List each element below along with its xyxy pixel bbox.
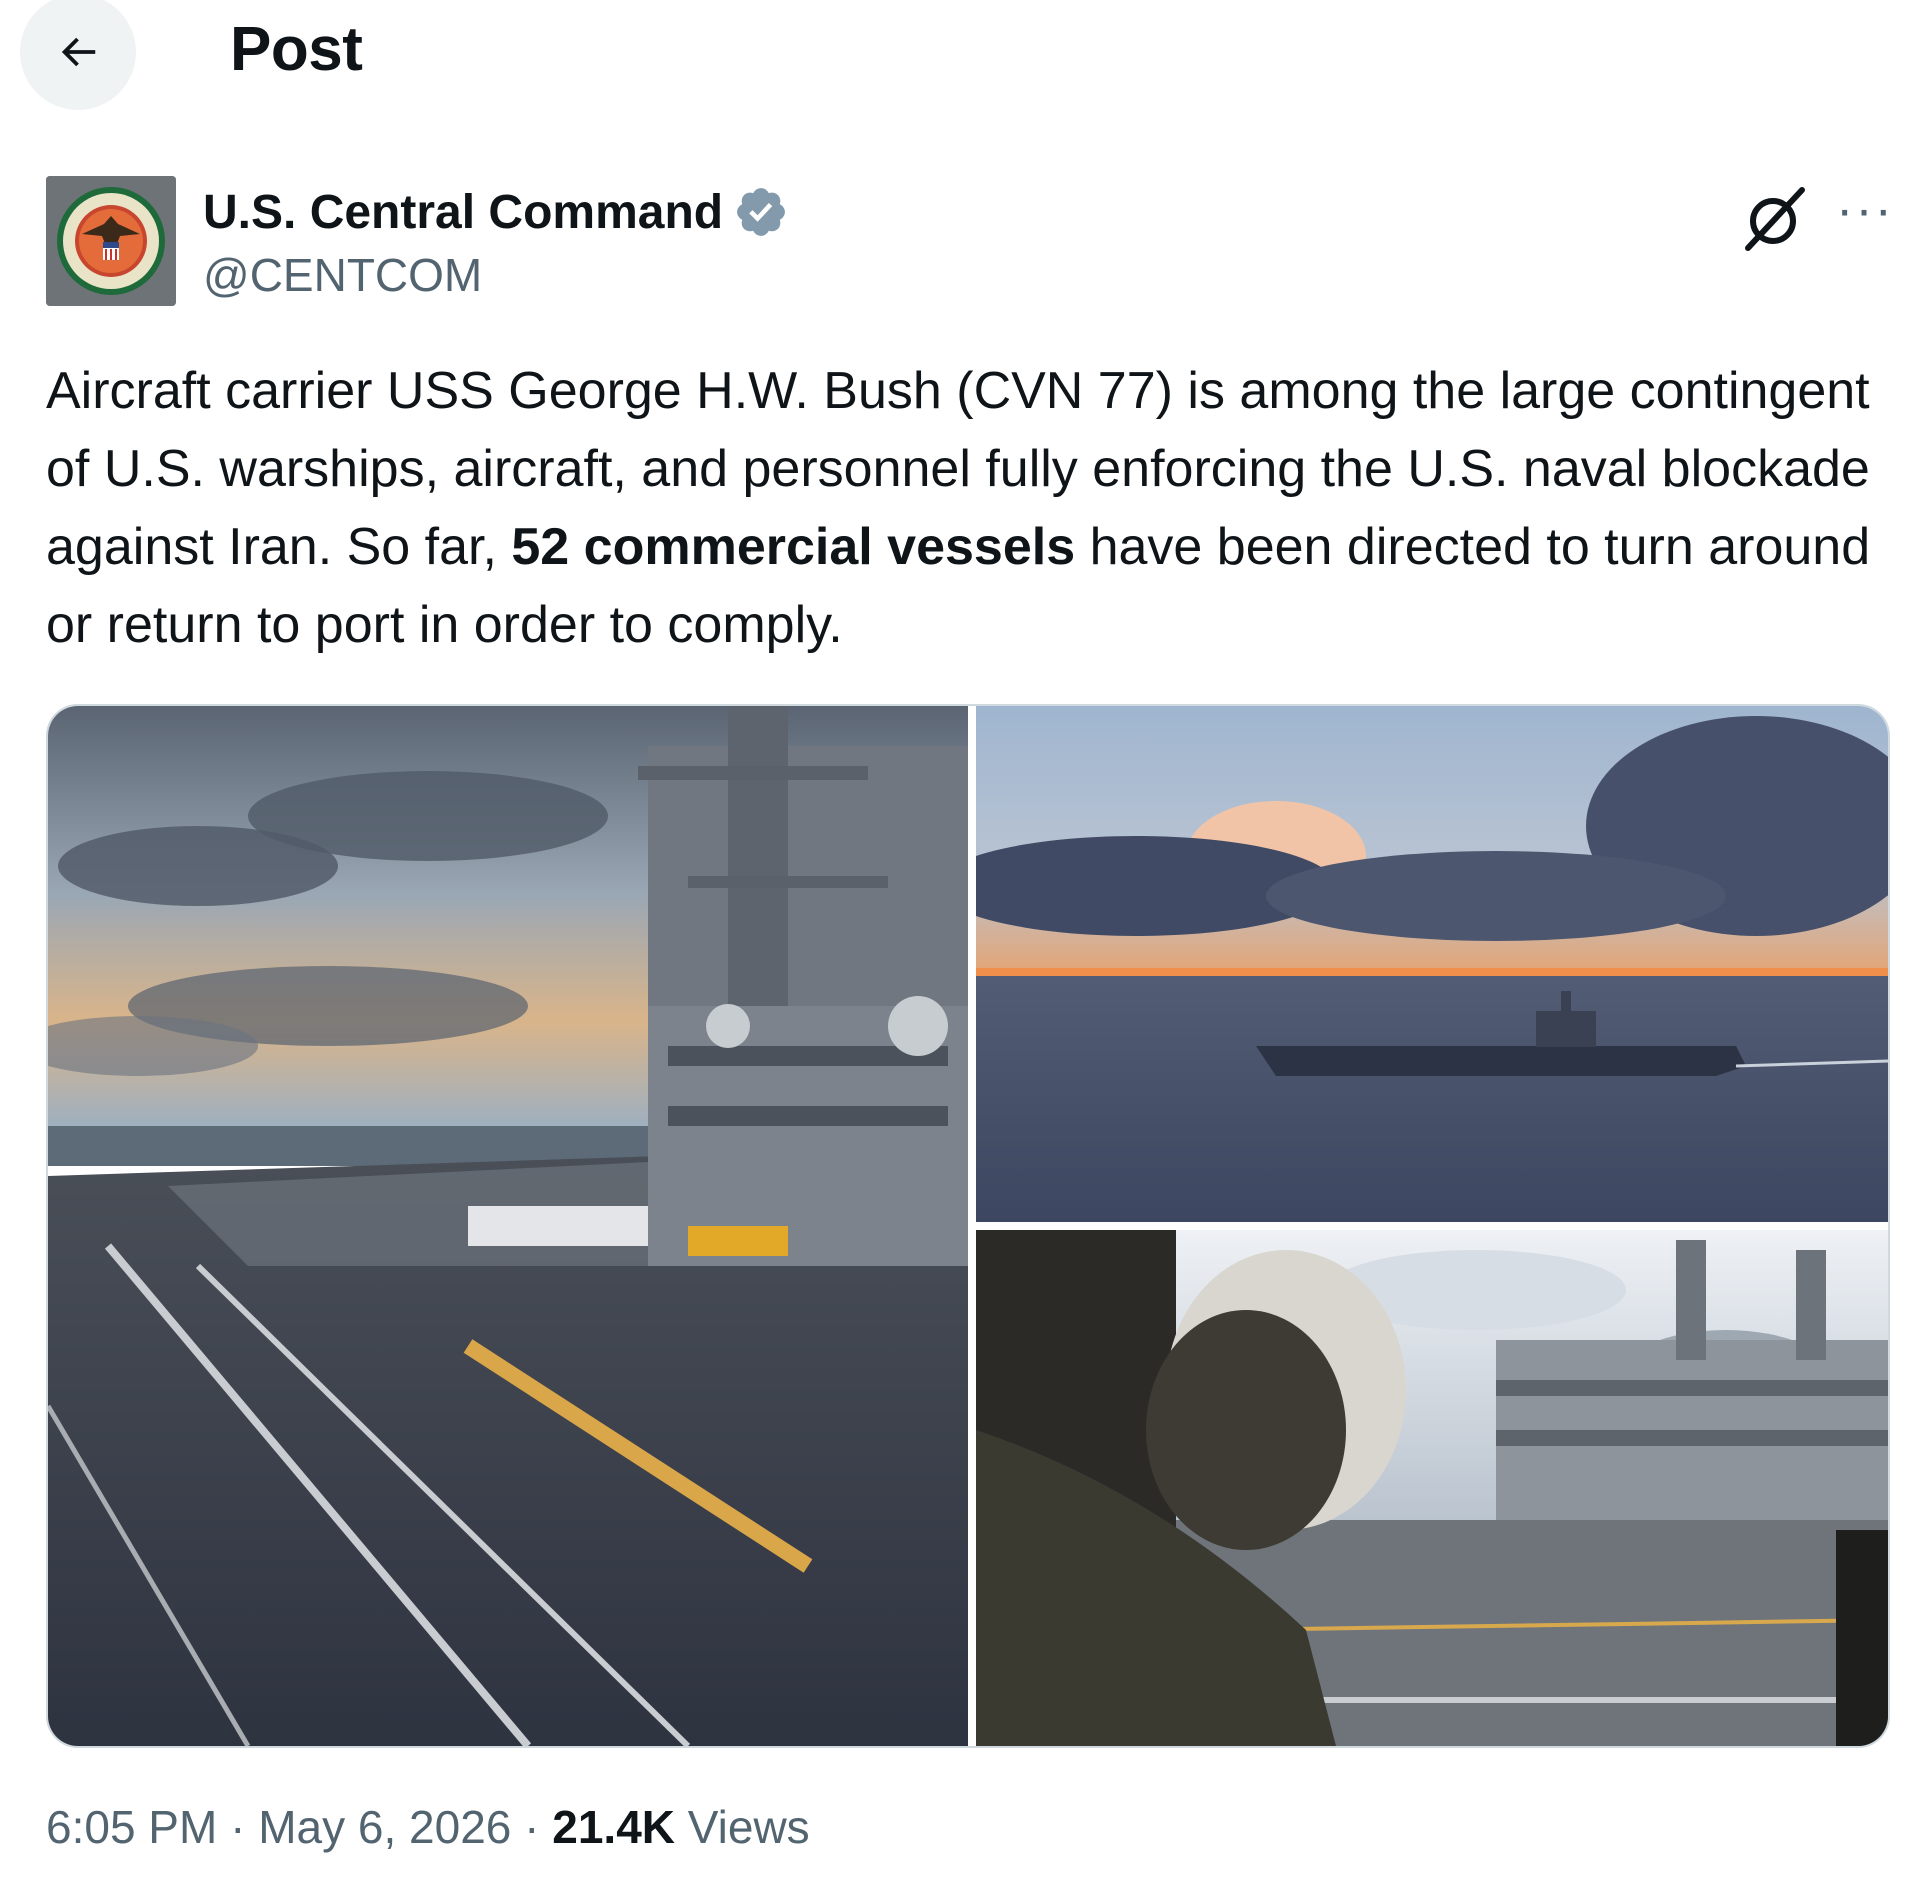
meta-separator-2: · — [524, 1801, 540, 1853]
post-author: U.S. Central Command @CENTCOM ··· — [46, 176, 1896, 310]
verified-badge-icon — [737, 188, 785, 236]
post-text: Aircraft carrier USS George H.W. Bush (C… — [46, 352, 1886, 664]
centcom-seal-icon — [46, 176, 176, 306]
views-count: 21.4K — [552, 1801, 676, 1853]
post-text-bold: 52 commercial vessels — [511, 518, 1076, 576]
photo-carrier-at-sea[interactable] — [976, 706, 1888, 1222]
back-button[interactable] — [20, 0, 136, 110]
more-horizontal-icon: ··· — [1836, 181, 1894, 239]
post-date[interactable]: May 6, 2026 — [258, 1801, 511, 1853]
avatar[interactable] — [46, 176, 176, 306]
grok-button[interactable] — [1740, 184, 1810, 254]
more-options-button[interactable]: ··· — [1836, 184, 1894, 236]
arrow-left-icon — [61, 37, 96, 67]
views-label: Views — [687, 1801, 810, 1853]
grok-icon — [1745, 187, 1805, 251]
post-time[interactable]: 6:05 PM — [46, 1801, 217, 1853]
author-name-row[interactable]: U.S. Central Command — [203, 184, 789, 240]
photo-carrier-deck[interactable] — [48, 706, 968, 1746]
author-name[interactable]: U.S. Central Command — [203, 185, 723, 240]
photo-flight-deck-helmet[interactable] — [976, 1230, 1888, 1746]
media-grid — [46, 704, 1890, 1748]
page-title: Post — [230, 15, 363, 84]
author-handle[interactable]: @CENTCOM — [203, 248, 482, 302]
post-meta: 6:05 PM · May 6, 2026 · 21.4K Views — [46, 1800, 810, 1854]
post-header: Post — [0, 0, 1920, 110]
meta-separator: · — [230, 1801, 246, 1853]
